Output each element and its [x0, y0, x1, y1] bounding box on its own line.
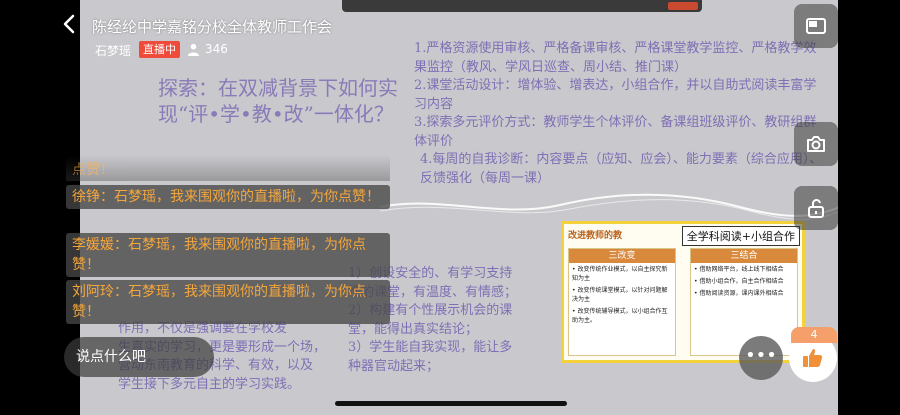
back-button[interactable] [62, 14, 80, 36]
card-head-left: 改进教师的教 [568, 231, 623, 241]
card-column-three-combinations: 三结合 • 借助网络平台，线上线下相结合 • 借助小组合作，自主合作相结合 • … [690, 248, 798, 356]
chat-comment: 刘阿玲：石梦瑶，我来围观你的直播啦，为你点赞！ [66, 280, 390, 324]
slide-text-line: 种器官动起来； [348, 358, 440, 374]
slide-point: 1.严格资源使用审核、严格备课审核、严格课堂教学监控、严格教学效果监控（教风、学… [414, 41, 817, 75]
picture-in-picture-icon [806, 18, 826, 34]
screen-lock-button[interactable] [794, 186, 838, 230]
card-list-item: • 借助阅读资源，课内课外相结合 [694, 290, 784, 297]
home-indicator[interactable] [335, 401, 567, 406]
slide-text-line: 3）学生能自我实现，能让多 [348, 340, 513, 355]
card-column-title: 三改变 [569, 249, 675, 263]
comment-input[interactable]: 说点什么吧 [64, 337, 214, 377]
toolbar-record-indicator [668, 2, 698, 10]
card-column-title: 三结合 [691, 249, 797, 263]
card-list-item: • 改变传统作业模式，以自主探究新知为主 [572, 266, 668, 282]
card-head-right: 全学科阅读+小组合作 [681, 226, 800, 246]
screenshot-button[interactable] [794, 122, 838, 166]
like-count-badge: 4 [791, 327, 837, 343]
unlock-icon [808, 199, 824, 218]
slide-text-line: 学生接下多元自主的学习实践。 [118, 376, 301, 392]
person-icon [187, 43, 200, 56]
comment-user: 刘阿玲 [72, 284, 114, 300]
slide-title: 探索：在双减背景下如何实现“评•学•教•改”一体化？ [158, 76, 398, 126]
live-room-title: 陈经纶中学嘉铭分校全体教师工作会 [92, 18, 333, 36]
card-list-item: • 改变传统辅导模式，以小组合作互助为主。 [572, 308, 668, 324]
chat-comment: 徐铮：石梦瑶，我来围观你的直播啦，为你点赞！ [66, 185, 390, 209]
chat-comment-faded: 点赞！ [66, 155, 390, 181]
picture-in-picture-button[interactable] [794, 4, 838, 48]
slide-point: 4.每周的自我诊断：内容要点（应知、应会）、能力要素（综合应用）、反馈强化（每周… [420, 152, 823, 186]
thumbs-up-icon [803, 349, 823, 367]
viewer-count: 346 [187, 41, 228, 58]
host-name[interactable]: 石梦瑶 [95, 42, 131, 59]
comment-message: ：石梦瑶，我来围观你的直播啦，为你点赞！ [72, 284, 366, 320]
more-button[interactable]: ••• [739, 336, 783, 380]
card-list: • 改变传统作业模式，以自主探究新知为主 • 改变传统课堂模式，以针对问题解决为… [569, 263, 675, 330]
viewer-count-value: 346 [205, 42, 228, 56]
card-list-item: • 改变传统课堂模式，以针对问题解决为主 [572, 287, 668, 303]
comment-message: ：石梦瑶，我来围观你的直播啦，为你点赞！ [100, 189, 380, 205]
shared-screen-toolbar [342, 0, 702, 12]
chevron-left-icon [63, 14, 75, 34]
comment-user: 李媛媛 [72, 237, 114, 253]
card-list: • 借助网络平台，线上线下相结合 • 借助小组合作，自主合作相结合 • 借助阅读… [691, 263, 797, 303]
card-list-item: • 借助网络平台，线上线下相结合 [694, 266, 784, 273]
comment-user: 徐铮 [72, 189, 100, 205]
card-list-item: • 借助小组合作，自主合作相结合 [694, 278, 784, 285]
live-status-badge: 直播中 [139, 41, 180, 58]
chat-comment: 李媛媛：石梦瑶，我来围观你的直播啦，为你点赞！ [66, 233, 390, 277]
wave-decoration [380, 193, 838, 220]
camera-icon [807, 136, 825, 152]
comment-message: ：石梦瑶，我来围观你的直播啦，为你点赞！ [72, 237, 366, 273]
slide-point: 2.课堂活动设计：增体验、增表达，小组合作，并以自助式阅读丰富学习内容 [414, 78, 817, 112]
slide-points: 1.严格资源使用审核、严格备课审核、严格课堂教学监控、严格教学效果监控（教风、学… [414, 40, 824, 188]
slide-point: 3.探索多元评价方式：教师学生个体评价、备课组班级评价、教研组群体评价 [414, 115, 817, 149]
card-column-three-changes: 三改变 • 改变传统作业模式，以自主探究新知为主 • 改变传统课堂模式，以针对问… [568, 248, 676, 356]
